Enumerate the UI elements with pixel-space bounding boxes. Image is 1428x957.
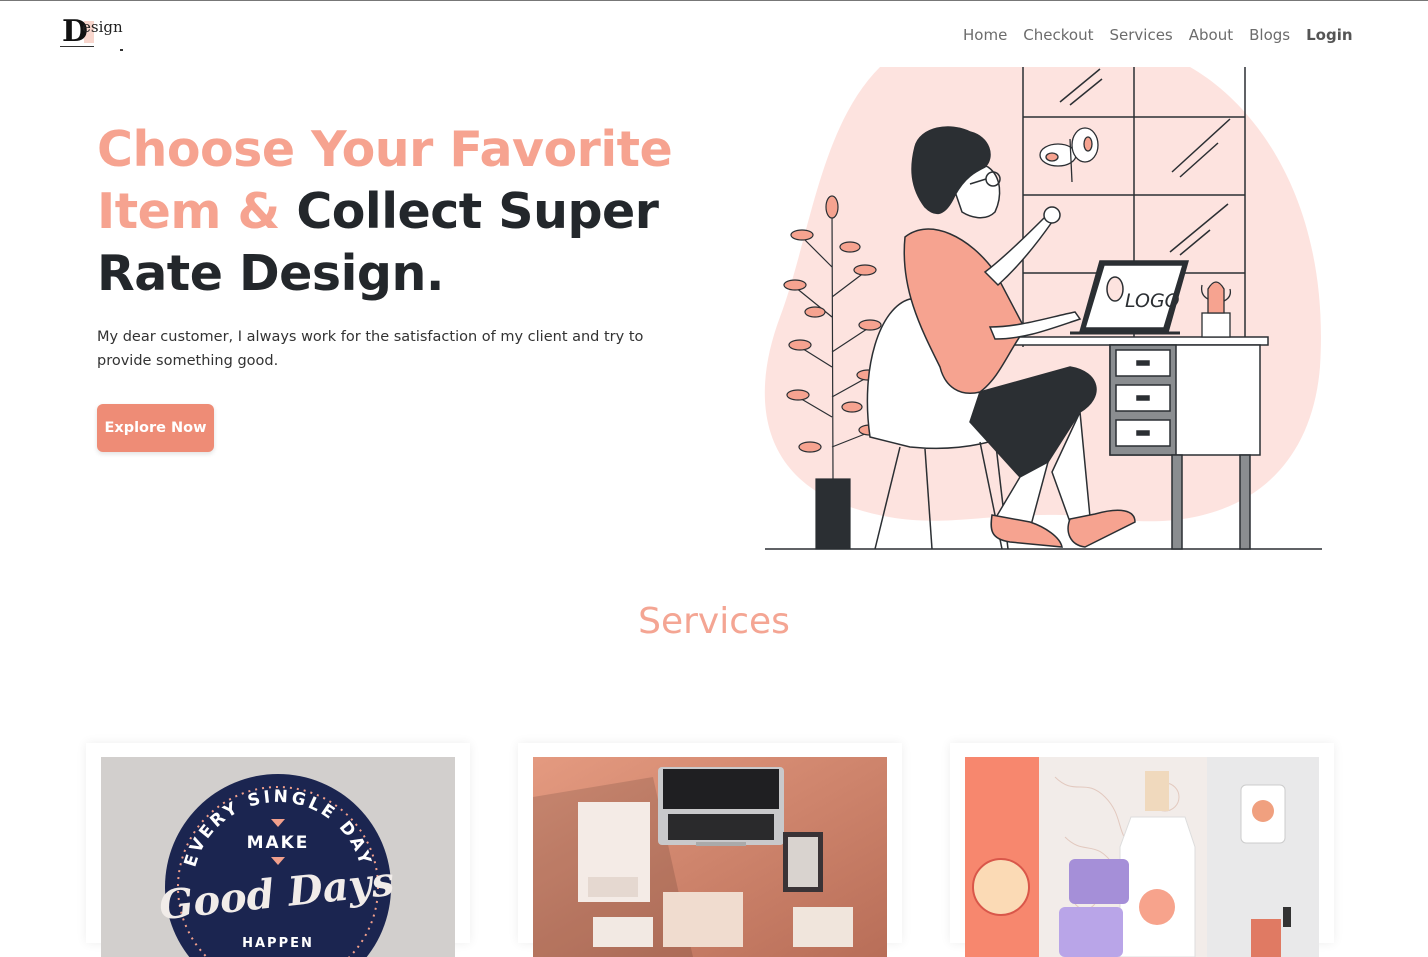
nav-link-login[interactable]: Login — [1306, 25, 1352, 45]
logo-text: esign — [82, 18, 123, 36]
service-image-good-days: EVERY SINGLE DAY MAKE Good Days HAPPEN — [101, 757, 455, 957]
badge-bottom-text: HAPPEN — [242, 936, 314, 951]
service-image-stationery — [533, 757, 887, 957]
nav-link-about[interactable]: About — [1189, 25, 1233, 45]
laptop-logo-text: LOGO — [1125, 290, 1180, 312]
badge-make-text: MAKE — [247, 833, 310, 853]
cosmetics-branding-image — [965, 757, 1319, 957]
service-card[interactable] — [518, 743, 902, 957]
good-days-badge-image: EVERY SINGLE DAY MAKE Good Days HAPPEN — [101, 757, 455, 957]
services-title: Services — [638, 601, 790, 642]
hero-title: Choose Your Favorite Item & Collect Supe… — [97, 119, 697, 305]
hero-description: My dear customer, I always work for the … — [97, 329, 644, 369]
hero-illustration: LOGO — [764, 67, 1322, 550]
logo-underline — [60, 46, 94, 47]
logo-dot — [120, 49, 123, 51]
explore-now-button[interactable]: Explore Now — [97, 404, 214, 452]
service-card[interactable]: EVERY SINGLE DAY MAKE Good Days HAPPEN — [86, 743, 470, 957]
service-image-cosmetics — [965, 757, 1319, 957]
nav-link-checkout[interactable]: Checkout — [1023, 25, 1093, 45]
nav-link-blogs[interactable]: Blogs — [1249, 25, 1290, 45]
stationery-mockup-image — [533, 757, 887, 957]
service-card[interactable] — [950, 743, 1334, 957]
nav-link-home[interactable]: Home — [963, 25, 1007, 45]
main-nav: Home Checkout Services About Blogs Login — [963, 25, 1353, 45]
brand-logo[interactable]: D esign — [60, 15, 132, 53]
nav-link-services[interactable]: Services — [1109, 25, 1172, 45]
